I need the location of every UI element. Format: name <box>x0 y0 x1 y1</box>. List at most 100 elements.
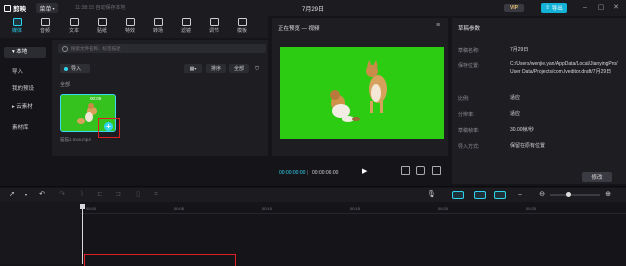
import-button[interactable]: 导入 <box>60 64 90 73</box>
sidebar-item-local[interactable]: ▾ 本地 <box>4 47 46 58</box>
property-label: 草稿帧率: <box>458 128 480 134</box>
app-logo: 剪映 <box>4 3 26 13</box>
cat-video-image <box>330 60 387 122</box>
property-label: 分辨率: <box>458 112 475 118</box>
export-label: 导出 <box>551 6 563 12</box>
preview-axis-toggle-icon[interactable] <box>494 191 506 199</box>
filter-icon <box>181 18 191 26</box>
delete-left-icon[interactable]: ⊏ <box>96 191 104 199</box>
property-value: C:/Users/wenjie.yan/AppData/Local/Jianyi… <box>510 61 618 75</box>
property-label: 比例: <box>458 96 470 102</box>
template-icon <box>237 18 247 26</box>
app-logo-icon <box>4 4 11 12</box>
export-button[interactable]: ⇪ 导出 <box>541 3 567 13</box>
timeline-tick: 00:05 <box>174 206 185 211</box>
effects-icon <box>125 18 135 26</box>
sidebar-item-library[interactable]: 素材库 <box>4 123 46 134</box>
play-icon[interactable]: ▶ <box>362 167 370 176</box>
menu-button[interactable]: 菜单 ▾ <box>36 3 58 13</box>
tab-media[interactable]: 媒体 <box>6 17 28 37</box>
delete-right-icon[interactable]: ⊐ <box>114 191 122 199</box>
text-icon <box>69 18 79 26</box>
tab-media-label: 媒体 <box>11 28 22 34</box>
sort-label: 排序 <box>210 66 221 72</box>
sidebar-item-import[interactable]: 导入 <box>4 67 46 78</box>
align-icon[interactable]: ⎯ <box>516 191 524 199</box>
timeline-tick: 00:10 <box>262 206 273 211</box>
time-separator: | <box>307 170 309 176</box>
vip-badge[interactable]: VIP <box>504 4 524 12</box>
search-input[interactable] <box>71 46 251 51</box>
tab-filter[interactable]: 滤镜 <box>175 17 197 37</box>
split-icon[interactable]: ⌇ <box>78 191 86 199</box>
undo-icon[interactable]: ↶ <box>38 191 46 199</box>
ratio-icon[interactable] <box>416 166 425 175</box>
playhead-handle[interactable] <box>80 204 85 209</box>
audio-icon <box>40 18 50 26</box>
filter-funnel-icon[interactable]: ⛉ <box>252 64 262 73</box>
tab-audio[interactable]: 音频 <box>34 17 56 37</box>
property-value: 7月29日 <box>510 47 529 53</box>
media-group-label: 全部 <box>60 82 71 88</box>
timeline-tick: 00:00 <box>86 206 97 211</box>
timeline-tick: 00:15 <box>350 206 361 211</box>
tab-effects[interactable]: 特效 <box>119 17 141 37</box>
property-value: 保留在原有位置 <box>510 143 546 149</box>
timeline-tick: 00:20 <box>438 206 449 211</box>
sidebar-item-presets[interactable]: 我的预设 <box>4 84 46 95</box>
cursor-dropdown-icon[interactable]: ▾ <box>22 191 30 199</box>
clip-name: 猫猫1.mov.mp4 <box>60 137 91 142</box>
filter-button[interactable]: 全部 <box>229 64 249 73</box>
more-menu-icon[interactable]: ≡ <box>436 22 440 29</box>
media-icon <box>12 18 22 26</box>
sidebar-item-cloud[interactable]: ▸ 云素材 <box>4 102 46 113</box>
tab-adjust-label: 调节 <box>208 28 219 34</box>
media-search[interactable] <box>58 44 266 53</box>
tab-text[interactable]: 文本 <box>63 17 85 37</box>
select-cursor-icon[interactable]: ➚ <box>8 191 16 199</box>
minimize-icon[interactable]: – <box>580 3 590 13</box>
adjust-icon <box>209 18 219 26</box>
zoom-in-icon[interactable]: ⊕ <box>604 191 612 199</box>
tab-template[interactable]: 模板 <box>231 17 253 37</box>
fit-screen-icon[interactable] <box>401 166 410 175</box>
ruler-line <box>80 213 626 214</box>
app-name: 剪映 <box>13 6 26 13</box>
property-label: 导入方式: <box>458 144 480 150</box>
tab-sticker[interactable]: 贴纸 <box>91 17 113 37</box>
playhead[interactable] <box>82 204 83 264</box>
tab-filter-label: 滤镜 <box>180 28 191 34</box>
delete-icon[interactable]: ▯ <box>134 191 142 199</box>
menu-label: 菜单 <box>39 6 52 13</box>
panel-divider <box>0 186 626 187</box>
tab-sticker-label: 贴纸 <box>96 28 107 34</box>
zoom-slider[interactable] <box>550 194 600 196</box>
timeline-track-headers <box>0 202 80 264</box>
timeline-tick: 00:25 <box>526 206 537 211</box>
sort-button[interactable]: 排序 <box>206 64 226 73</box>
crop-icon[interactable]: ⌗ <box>152 191 160 199</box>
zoom-out-icon[interactable]: ⊖ <box>538 191 546 199</box>
properties-title: 草稿参数 <box>458 26 481 32</box>
redo-icon[interactable]: ↷ <box>58 191 66 199</box>
preview-current-time: 00:00:00:00 <box>279 170 306 176</box>
fullscreen-icon[interactable] <box>432 166 441 175</box>
tab-text-label: 文本 <box>68 28 79 34</box>
microphone-icon[interactable]: 🎙 <box>427 191 436 199</box>
add-to-timeline-icon[interactable]: + <box>104 122 113 131</box>
zoom-slider-handle[interactable] <box>566 192 571 197</box>
view-mode-button[interactable]: ▦ ▾ <box>184 64 202 73</box>
property-value: 适应 <box>510 111 521 117</box>
search-icon <box>62 45 68 52</box>
link-toggle-icon[interactable] <box>474 191 486 199</box>
modify-button[interactable]: 修改 <box>582 172 612 182</box>
magnet-toggle-icon[interactable] <box>452 191 464 199</box>
autosave-status: 11:38:15 自动保存本地 <box>75 5 126 11</box>
tab-transition[interactable]: 转场 <box>147 17 169 37</box>
close-icon[interactable]: ✕ <box>611 3 621 13</box>
tab-adjust[interactable]: 调节 <box>203 17 225 37</box>
tab-effects-label: 特效 <box>124 28 135 34</box>
tab-transition-label: 转场 <box>152 28 163 34</box>
maximize-icon[interactable]: ▢ <box>596 3 606 13</box>
preview-video <box>280 47 444 139</box>
